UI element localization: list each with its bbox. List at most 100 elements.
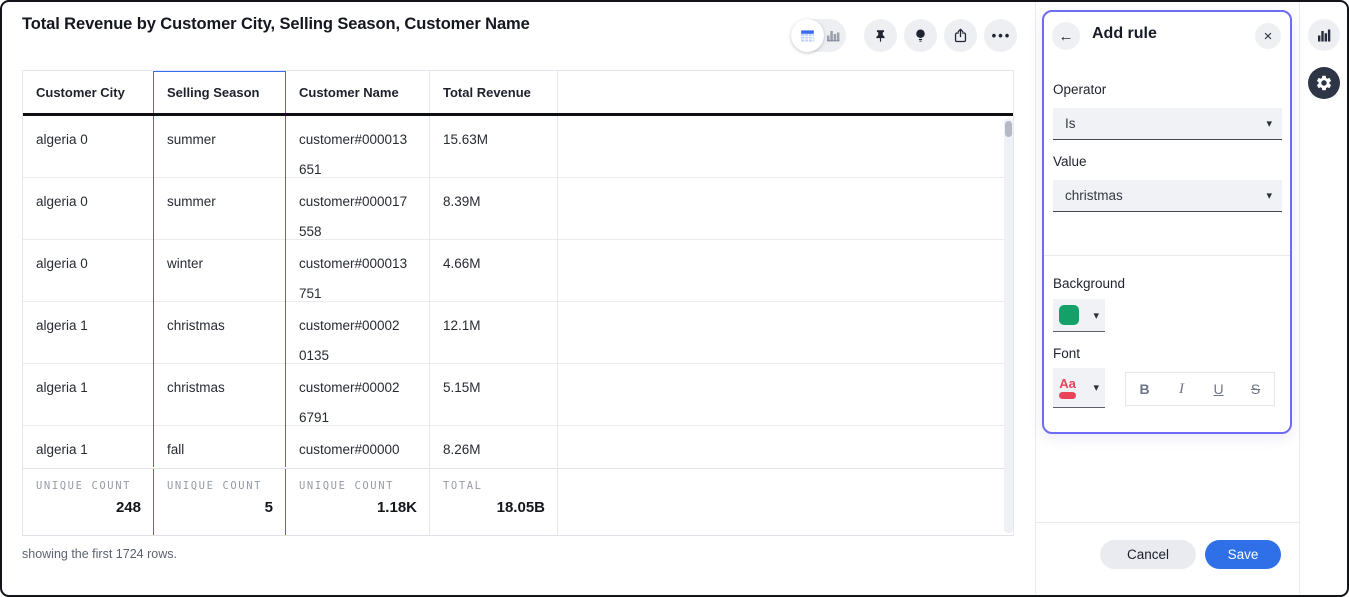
- column-header-total-revenue[interactable]: Total Revenue: [430, 71, 558, 113]
- page-title: Total Revenue by Customer City, Selling …: [22, 15, 530, 34]
- customer-name-line2: 6791: [299, 410, 329, 425]
- cell-empty: [558, 426, 1013, 467]
- background-color-swatch: [1059, 305, 1079, 325]
- italic-button[interactable]: I: [1163, 373, 1200, 405]
- font-preview-text: Aa: [1059, 377, 1076, 391]
- column-header-customer-name[interactable]: Customer Name: [286, 71, 430, 113]
- font-color-pill: [1059, 392, 1076, 399]
- data-table: Customer City Selling Season Customer Na…: [22, 70, 1014, 536]
- cell-total-revenue[interactable]: 5.15M: [430, 364, 558, 433]
- table-summary-row: UNIQUE COUNT 248 UNIQUE COUNT 5 UNIQUE C…: [23, 468, 1013, 535]
- summary-total-revenue: TOTAL 18.05B: [430, 469, 558, 535]
- scrollbar-thumb[interactable]: [1005, 121, 1012, 137]
- customer-name-line2: 751: [299, 286, 322, 301]
- underline-button[interactable]: U: [1200, 373, 1237, 405]
- column-header-empty: [558, 71, 1013, 113]
- share-icon: [952, 27, 969, 44]
- customer-name-line1: customer#000013: [299, 132, 407, 147]
- cell-empty: [558, 116, 1013, 185]
- back-button[interactable]: ←: [1052, 22, 1080, 50]
- cell-customer-city[interactable]: algeria 1: [23, 426, 153, 467]
- more-button[interactable]: •••: [984, 19, 1017, 52]
- sidebar-footer-divider: [1035, 522, 1299, 523]
- cell-selling-season[interactable]: fall: [153, 426, 286, 467]
- cell-customer-name[interactable]: customer#00002 0135: [286, 302, 430, 371]
- table-view-button[interactable]: [791, 19, 824, 52]
- rail-divider: [1299, 2, 1300, 595]
- background-label: Background: [1053, 276, 1125, 291]
- save-button[interactable]: Save: [1205, 540, 1281, 569]
- column-header-customer-city[interactable]: Customer City: [23, 71, 153, 113]
- ellipsis-icon: •••: [990, 29, 1012, 42]
- cell-customer-city[interactable]: algeria 0: [23, 116, 153, 185]
- summary-empty: [558, 469, 1013, 535]
- cell-customer-name[interactable]: customer#00000: [286, 426, 430, 467]
- font-label: Font: [1053, 346, 1080, 361]
- column-header-selling-season[interactable]: Selling Season: [153, 71, 286, 113]
- bold-button[interactable]: B: [1126, 373, 1163, 405]
- cell-customer-name[interactable]: customer#000013 751: [286, 240, 430, 309]
- cell-empty: [558, 364, 1013, 433]
- cell-selling-season[interactable]: christmas: [153, 302, 286, 371]
- cell-customer-name[interactable]: customer#000026791: [286, 364, 430, 433]
- cell-customer-name[interactable]: customer#000013 651: [286, 116, 430, 185]
- summary-label: TOTAL: [443, 480, 545, 492]
- settings-button[interactable]: [1308, 67, 1340, 99]
- table-row: algeria 1 christmas customer#000026791 5…: [23, 364, 1013, 426]
- cell-total-revenue[interactable]: 15.63M: [430, 116, 558, 185]
- summary-label: UNIQUE COUNT: [299, 480, 417, 492]
- cell-total-revenue[interactable]: 8.26M: [430, 426, 558, 467]
- table-scrollbar[interactable]: [1004, 119, 1013, 533]
- customer-name-line2: 651: [299, 162, 322, 177]
- cell-selling-season[interactable]: summer: [153, 116, 286, 185]
- chevron-down-icon: ▾: [1266, 117, 1272, 130]
- summary-customer-name: UNIQUE COUNT 1.18K: [286, 469, 430, 535]
- pin-icon: [872, 27, 889, 44]
- row-count-note: showing the first 1724 rows.: [22, 547, 177, 561]
- text-format-group: B I U S: [1125, 372, 1275, 406]
- pin-button[interactable]: [864, 19, 897, 52]
- table-header-row: Customer City Selling Season Customer Na…: [23, 71, 1013, 116]
- cell-customer-city[interactable]: algeria 0: [23, 178, 153, 247]
- bar-chart-icon: [1316, 28, 1332, 43]
- strikethrough-button[interactable]: S: [1237, 373, 1274, 405]
- cell-total-revenue[interactable]: 8.39M: [430, 178, 558, 247]
- value-label: Value: [1053, 154, 1087, 169]
- cell-total-revenue[interactable]: 12.1M: [430, 302, 558, 371]
- cell-customer-city[interactable]: algeria 0: [23, 240, 153, 309]
- close-button[interactable]: ×: [1255, 23, 1281, 49]
- gear-icon: [1315, 74, 1333, 92]
- font-color-select[interactable]: Aa ▾: [1053, 368, 1105, 408]
- font-color-swatch: Aa: [1059, 377, 1076, 399]
- chevron-down-icon: ▾: [1093, 381, 1099, 394]
- customer-name-line1: customer#000013: [299, 256, 407, 271]
- operator-select[interactable]: Is ▾: [1053, 108, 1282, 140]
- cell-total-revenue[interactable]: 4.66M: [430, 240, 558, 309]
- cell-empty: [558, 178, 1013, 247]
- cell-selling-season[interactable]: christmas: [153, 364, 286, 433]
- cell-customer-city[interactable]: algeria 1: [23, 364, 153, 433]
- share-button[interactable]: [944, 19, 977, 52]
- customer-name-line2: 0135: [299, 348, 329, 363]
- summary-label: UNIQUE COUNT: [36, 480, 141, 492]
- cancel-button[interactable]: Cancel: [1100, 540, 1196, 569]
- table-row: algeria 1 christmas customer#000020135 1…: [23, 302, 1013, 364]
- cell-customer-city[interactable]: algeria 1: [23, 302, 153, 371]
- value-select[interactable]: christmas ▾: [1053, 180, 1282, 212]
- view-toggle[interactable]: [791, 19, 846, 52]
- cell-selling-season[interactable]: summer: [153, 178, 286, 247]
- operator-value: Is: [1065, 116, 1266, 131]
- summary-value: 5: [167, 499, 273, 516]
- summary-value: 18.05B: [443, 499, 545, 516]
- sidebar-left-divider: [1035, 2, 1036, 595]
- operator-label: Operator: [1053, 82, 1106, 97]
- close-icon: ×: [1264, 28, 1273, 45]
- customer-name-line1: customer#00002: [299, 318, 400, 333]
- rail-chart-button[interactable]: [1308, 19, 1340, 51]
- cell-customer-name[interactable]: customer#000017558: [286, 178, 430, 247]
- background-color-select[interactable]: ▾: [1053, 299, 1105, 332]
- insight-button[interactable]: [904, 19, 937, 52]
- chart-view-button[interactable]: [822, 19, 844, 52]
- cell-selling-season[interactable]: winter: [153, 240, 286, 309]
- cell-empty: [558, 240, 1013, 309]
